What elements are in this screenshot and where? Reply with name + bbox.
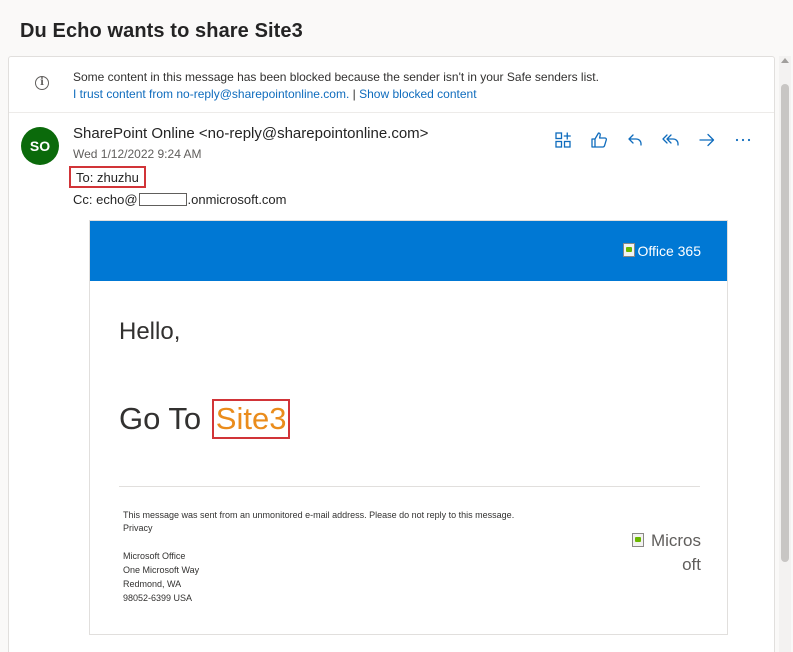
apps-button[interactable] bbox=[549, 127, 577, 153]
privacy-link[interactable]: Privacy bbox=[123, 522, 514, 535]
sender-avatar[interactable]: SO bbox=[21, 127, 59, 165]
redaction-box bbox=[138, 193, 187, 206]
address-line: Redmond, WA bbox=[123, 579, 182, 589]
like-icon bbox=[591, 132, 608, 148]
to-label: To: bbox=[76, 170, 94, 185]
sender-name[interactable]: SharePoint Online <no-reply@sharepointon… bbox=[73, 125, 428, 142]
broken-image-icon bbox=[623, 243, 636, 257]
reply-all-icon bbox=[662, 134, 679, 146]
trust-sender-link[interactable]: I trust content from no-reply@sharepoint… bbox=[73, 87, 349, 101]
address-line: One Microsoft Way bbox=[123, 565, 200, 575]
like-button[interactable] bbox=[585, 127, 613, 153]
to-recipient[interactable]: zhuzhu bbox=[97, 170, 139, 185]
sent-date: Wed 1/12/2022 9:24 AM bbox=[73, 147, 202, 161]
email-body: Office 365 Hello, Go To Site3 This messa… bbox=[89, 220, 728, 635]
show-blocked-content-link[interactable]: Show blocked content bbox=[359, 87, 476, 101]
apps-icon bbox=[555, 132, 571, 148]
reply-button[interactable] bbox=[621, 127, 649, 153]
cc-recipient[interactable]: echo@ .onmicrosoft.com bbox=[96, 192, 286, 207]
address-line: Microsoft Office bbox=[123, 551, 186, 561]
email-header-bar: Office 365 bbox=[90, 221, 727, 281]
reading-pane: i Some content in this message has been … bbox=[8, 56, 775, 652]
scroll-thumb[interactable] bbox=[781, 84, 789, 562]
scrollbar[interactable] bbox=[779, 56, 791, 652]
banner-links: I trust content from no-reply@sharepoint… bbox=[73, 87, 477, 101]
forward-icon bbox=[699, 133, 715, 147]
footer-divider bbox=[119, 486, 700, 487]
address-line: 98052-6399 USA bbox=[123, 593, 193, 603]
site-link[interactable]: Site3 bbox=[211, 399, 291, 439]
more-icon bbox=[735, 138, 751, 142]
blocked-content-banner: i Some content in this message has been … bbox=[9, 57, 774, 113]
broken-image-icon bbox=[632, 533, 645, 547]
message-actions-toolbar bbox=[549, 127, 757, 153]
cc-label: Cc: bbox=[73, 192, 93, 207]
reply-icon bbox=[628, 134, 642, 146]
microsoft-logo: Micros oft bbox=[625, 529, 701, 577]
email-subject: Du Echo wants to share Site3 bbox=[20, 20, 303, 42]
scroll-up-arrow-icon[interactable] bbox=[781, 58, 789, 63]
company-address: Microsoft Office One Microsoft Way Redmo… bbox=[123, 549, 199, 605]
banner-message: Some content in this message has been bl… bbox=[73, 70, 599, 84]
forward-button[interactable] bbox=[693, 127, 721, 153]
footer-note: This message was sent from an unmonitore… bbox=[123, 509, 514, 535]
more-actions-button[interactable] bbox=[729, 127, 757, 153]
greeting: Hello, bbox=[119, 318, 181, 345]
go-to-heading: Go To Site3 bbox=[119, 399, 291, 439]
to-recipients: To: zhuzhu bbox=[69, 166, 146, 188]
office-365-logo: Office 365 bbox=[623, 243, 701, 259]
reply-all-button[interactable] bbox=[657, 127, 685, 153]
go-to-text: Go To bbox=[119, 401, 202, 436]
link-separator: | bbox=[352, 87, 356, 101]
cc-recipients: Cc: echo@ .onmicrosoft.com bbox=[73, 192, 287, 207]
info-icon: i bbox=[35, 76, 49, 90]
unmonitored-notice: This message was sent from an unmonitore… bbox=[123, 510, 515, 520]
